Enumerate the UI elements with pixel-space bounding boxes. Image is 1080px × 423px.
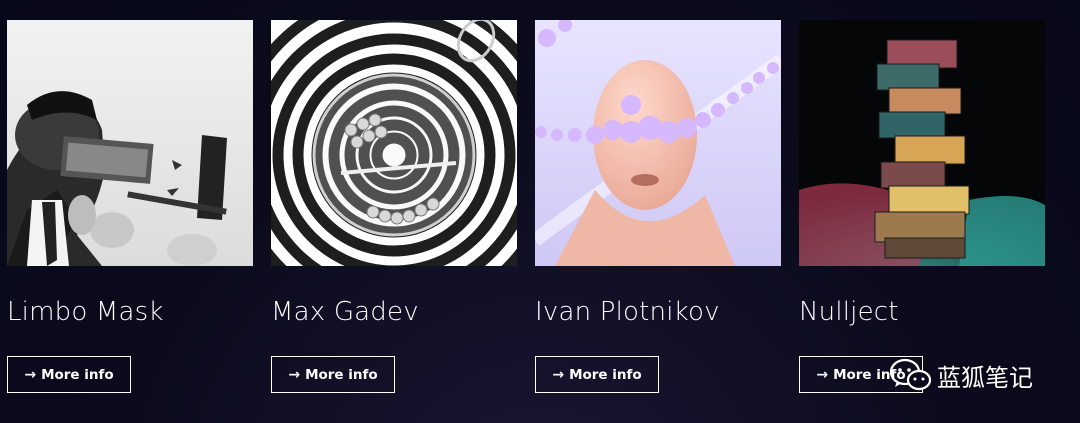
artist-gallery: Limbo Mask → More info Max Gadev → More … (0, 0, 1080, 423)
artist-name: Max Gadev (271, 297, 419, 327)
wechat-icon (889, 358, 932, 391)
arrow-right-icon: → (288, 366, 301, 383)
artist-card-ivan-plotnikov: Ivan Plotnikov → More info (535, 20, 781, 393)
artist-name: Limbo Mask (7, 297, 164, 327)
more-info-label: More info (41, 366, 114, 383)
more-info-label: More info (305, 366, 378, 383)
artist-card-limbo-mask: Limbo Mask → More info (7, 20, 253, 393)
arrow-right-icon: → (552, 366, 565, 383)
watermark-text: 蓝狐笔记 (937, 363, 1033, 392)
artist-name: Ivan Plotnikov (535, 297, 720, 327)
artist-card-max-gadev: Max Gadev → More info (271, 20, 517, 393)
arrow-right-icon: → (24, 366, 37, 383)
artist-image-ivan-plotnikov[interactable] (535, 20, 781, 266)
artist-image-max-gadev[interactable] (271, 20, 517, 266)
more-info-button[interactable]: → More info (7, 356, 131, 393)
artist-image-limbo-mask[interactable] (7, 20, 253, 266)
more-info-label: More info (569, 366, 642, 383)
wechat-watermark: 蓝狐笔记 (889, 356, 1033, 394)
more-info-button[interactable]: → More info (535, 356, 659, 393)
more-info-button[interactable]: → More info (271, 356, 395, 393)
artist-card-nullject: Nullject → More info (799, 20, 1045, 393)
artist-name: Nullject (799, 297, 899, 327)
arrow-right-icon: → (816, 366, 829, 383)
artist-image-nullject[interactable] (799, 20, 1045, 266)
